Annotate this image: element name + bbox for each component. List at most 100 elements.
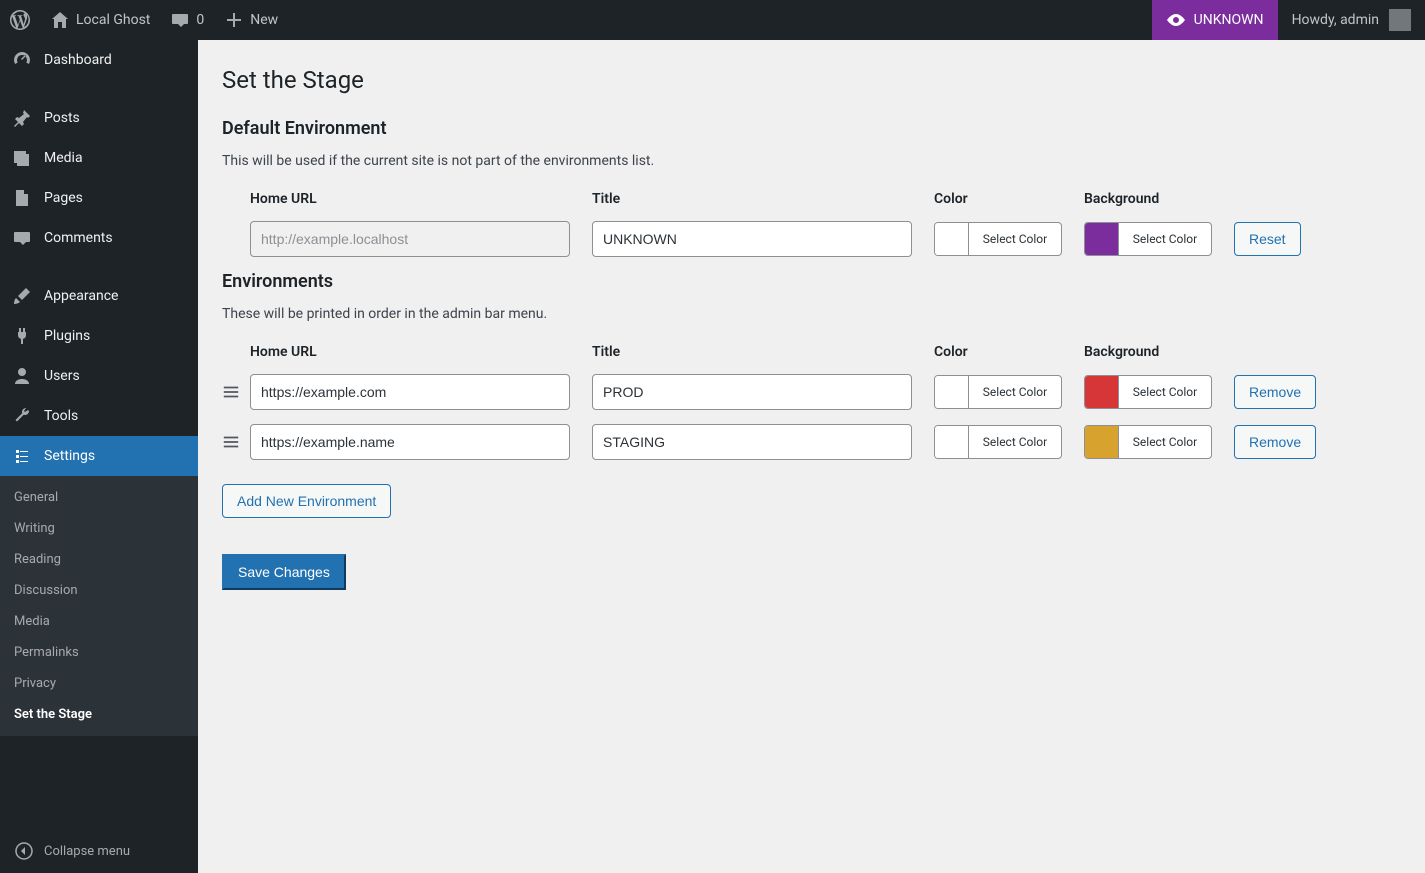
comment-icon bbox=[12, 228, 32, 248]
collapse-menu[interactable]: Collapse menu bbox=[0, 829, 198, 873]
account-link[interactable]: Howdy, admin bbox=[1278, 0, 1425, 40]
sidebar-item-comments[interactable]: Comments bbox=[0, 218, 198, 258]
drag-handle[interactable] bbox=[222, 433, 240, 451]
col-home-url: Home URL bbox=[250, 191, 570, 207]
env-url-input[interactable] bbox=[250, 374, 570, 410]
env-bg-picker[interactable]: Select Color bbox=[1084, 375, 1212, 409]
col-title: Title bbox=[592, 191, 912, 207]
sidebar-item-pages[interactable]: Pages bbox=[0, 178, 198, 218]
default-title-input[interactable] bbox=[592, 221, 912, 257]
admin-bar: Local Ghost 0 New UNKNOWN Howdy, admin bbox=[0, 0, 1425, 40]
site-name: Local Ghost bbox=[76, 12, 150, 28]
drag-handle[interactable] bbox=[222, 383, 240, 401]
sidebar-item-label: Comments bbox=[44, 230, 113, 246]
env-color-picker[interactable]: Select Color bbox=[934, 375, 1062, 409]
col-home-url: Home URL bbox=[250, 344, 570, 360]
col-title: Title bbox=[592, 344, 912, 360]
environment-row: Select Color Select Color Remove bbox=[222, 374, 1401, 410]
remove-button[interactable]: Remove bbox=[1234, 425, 1316, 459]
env-color-label: Select Color bbox=[969, 435, 1061, 449]
sidebar-item-tools[interactable]: Tools bbox=[0, 396, 198, 436]
sidebar-item-plugins[interactable]: Plugins bbox=[0, 316, 198, 356]
dashboard-icon bbox=[12, 50, 32, 70]
collapse-icon bbox=[14, 841, 34, 861]
reset-button[interactable]: Reset bbox=[1234, 222, 1301, 256]
default-color-label: Select Color bbox=[969, 232, 1061, 246]
sidebar-item-label: Appearance bbox=[44, 288, 118, 304]
default-heading: Default Environment bbox=[222, 118, 1401, 139]
new-label: New bbox=[250, 12, 278, 28]
sidebar-item-label: Media bbox=[44, 150, 83, 166]
default-desc: This will be used if the current site is… bbox=[222, 153, 1401, 169]
env-bg-picker[interactable]: Select Color bbox=[1084, 425, 1212, 459]
site-link[interactable]: Local Ghost bbox=[40, 0, 160, 40]
sidebar-item-settings[interactable]: Settings bbox=[0, 436, 198, 476]
default-row: Select Color Select Color Reset bbox=[222, 221, 1401, 257]
howdy-text: Howdy, admin bbox=[1292, 12, 1379, 28]
sidebar-item-label: Settings bbox=[44, 448, 95, 464]
submenu-reading[interactable]: Reading bbox=[0, 544, 198, 575]
environment-label: UNKNOWN bbox=[1194, 12, 1264, 28]
sidebar-item-label: Posts bbox=[44, 110, 80, 126]
admin-sidebar: Dashboard Posts Media Pages Comments bbox=[0, 40, 198, 873]
env-color-swatch bbox=[935, 426, 969, 458]
sidebar-item-label: Tools bbox=[44, 408, 78, 424]
plug-icon bbox=[12, 326, 32, 346]
env-color-label: Select Color bbox=[969, 385, 1061, 399]
main-content: Set the Stage Default Environment This w… bbox=[198, 40, 1425, 873]
settings-icon bbox=[12, 446, 32, 466]
settings-submenu: General Writing Reading Discussion Media… bbox=[0, 476, 198, 736]
comments-count: 0 bbox=[196, 12, 204, 28]
home-icon bbox=[50, 10, 70, 30]
submenu-discussion[interactable]: Discussion bbox=[0, 575, 198, 606]
sidebar-item-users[interactable]: Users bbox=[0, 356, 198, 396]
comment-icon bbox=[170, 10, 190, 30]
page-icon bbox=[12, 188, 32, 208]
submenu-media[interactable]: Media bbox=[0, 606, 198, 637]
sidebar-item-label: Plugins bbox=[44, 328, 90, 344]
default-bg-swatch bbox=[1085, 223, 1119, 255]
sidebar-item-posts[interactable]: Posts bbox=[0, 98, 198, 138]
submenu-permalinks[interactable]: Permalinks bbox=[0, 637, 198, 668]
environments-desc: These will be printed in order in the ad… bbox=[222, 306, 1401, 322]
col-color: Color bbox=[934, 191, 1062, 207]
env-color-picker[interactable]: Select Color bbox=[934, 425, 1062, 459]
sidebar-item-media[interactable]: Media bbox=[0, 138, 198, 178]
env-bg-swatch bbox=[1085, 376, 1119, 408]
environments-heading: Environments bbox=[222, 271, 1401, 292]
env-bg-label: Select Color bbox=[1119, 435, 1211, 449]
sidebar-item-label: Pages bbox=[44, 190, 83, 206]
col-background: Background bbox=[1084, 191, 1212, 207]
env-color-swatch bbox=[935, 376, 969, 408]
env-url-input[interactable] bbox=[250, 424, 570, 460]
env-bg-swatch bbox=[1085, 426, 1119, 458]
sidebar-item-label: Users bbox=[44, 368, 80, 384]
env-title-input[interactable] bbox=[592, 374, 912, 410]
default-color-swatch bbox=[935, 223, 969, 255]
page-title: Set the Stage bbox=[222, 66, 1401, 94]
default-url-input bbox=[250, 221, 570, 257]
media-icon bbox=[12, 148, 32, 168]
save-changes-button[interactable]: Save Changes bbox=[222, 554, 346, 590]
add-environment-button[interactable]: Add New Environment bbox=[222, 484, 391, 518]
submenu-privacy[interactable]: Privacy bbox=[0, 668, 198, 699]
submenu-general[interactable]: General bbox=[0, 482, 198, 513]
default-color-picker[interactable]: Select Color bbox=[934, 222, 1062, 256]
environment-badge[interactable]: UNKNOWN bbox=[1152, 0, 1278, 40]
col-background: Background bbox=[1084, 344, 1212, 360]
env-bg-label: Select Color bbox=[1119, 385, 1211, 399]
default-bg-picker[interactable]: Select Color bbox=[1084, 222, 1212, 256]
submenu-writing[interactable]: Writing bbox=[0, 513, 198, 544]
sidebar-item-appearance[interactable]: Appearance bbox=[0, 276, 198, 316]
col-color: Color bbox=[934, 344, 1062, 360]
submenu-set-the-stage[interactable]: Set the Stage bbox=[0, 699, 198, 730]
user-icon bbox=[12, 366, 32, 386]
env-title-input[interactable] bbox=[592, 424, 912, 460]
remove-button[interactable]: Remove bbox=[1234, 375, 1316, 409]
new-link[interactable]: New bbox=[214, 0, 288, 40]
wordpress-logo[interactable] bbox=[0, 0, 40, 40]
visibility-icon bbox=[1166, 10, 1186, 30]
drag-icon bbox=[222, 383, 240, 401]
sidebar-item-dashboard[interactable]: Dashboard bbox=[0, 40, 198, 80]
comments-link[interactable]: 0 bbox=[160, 0, 214, 40]
